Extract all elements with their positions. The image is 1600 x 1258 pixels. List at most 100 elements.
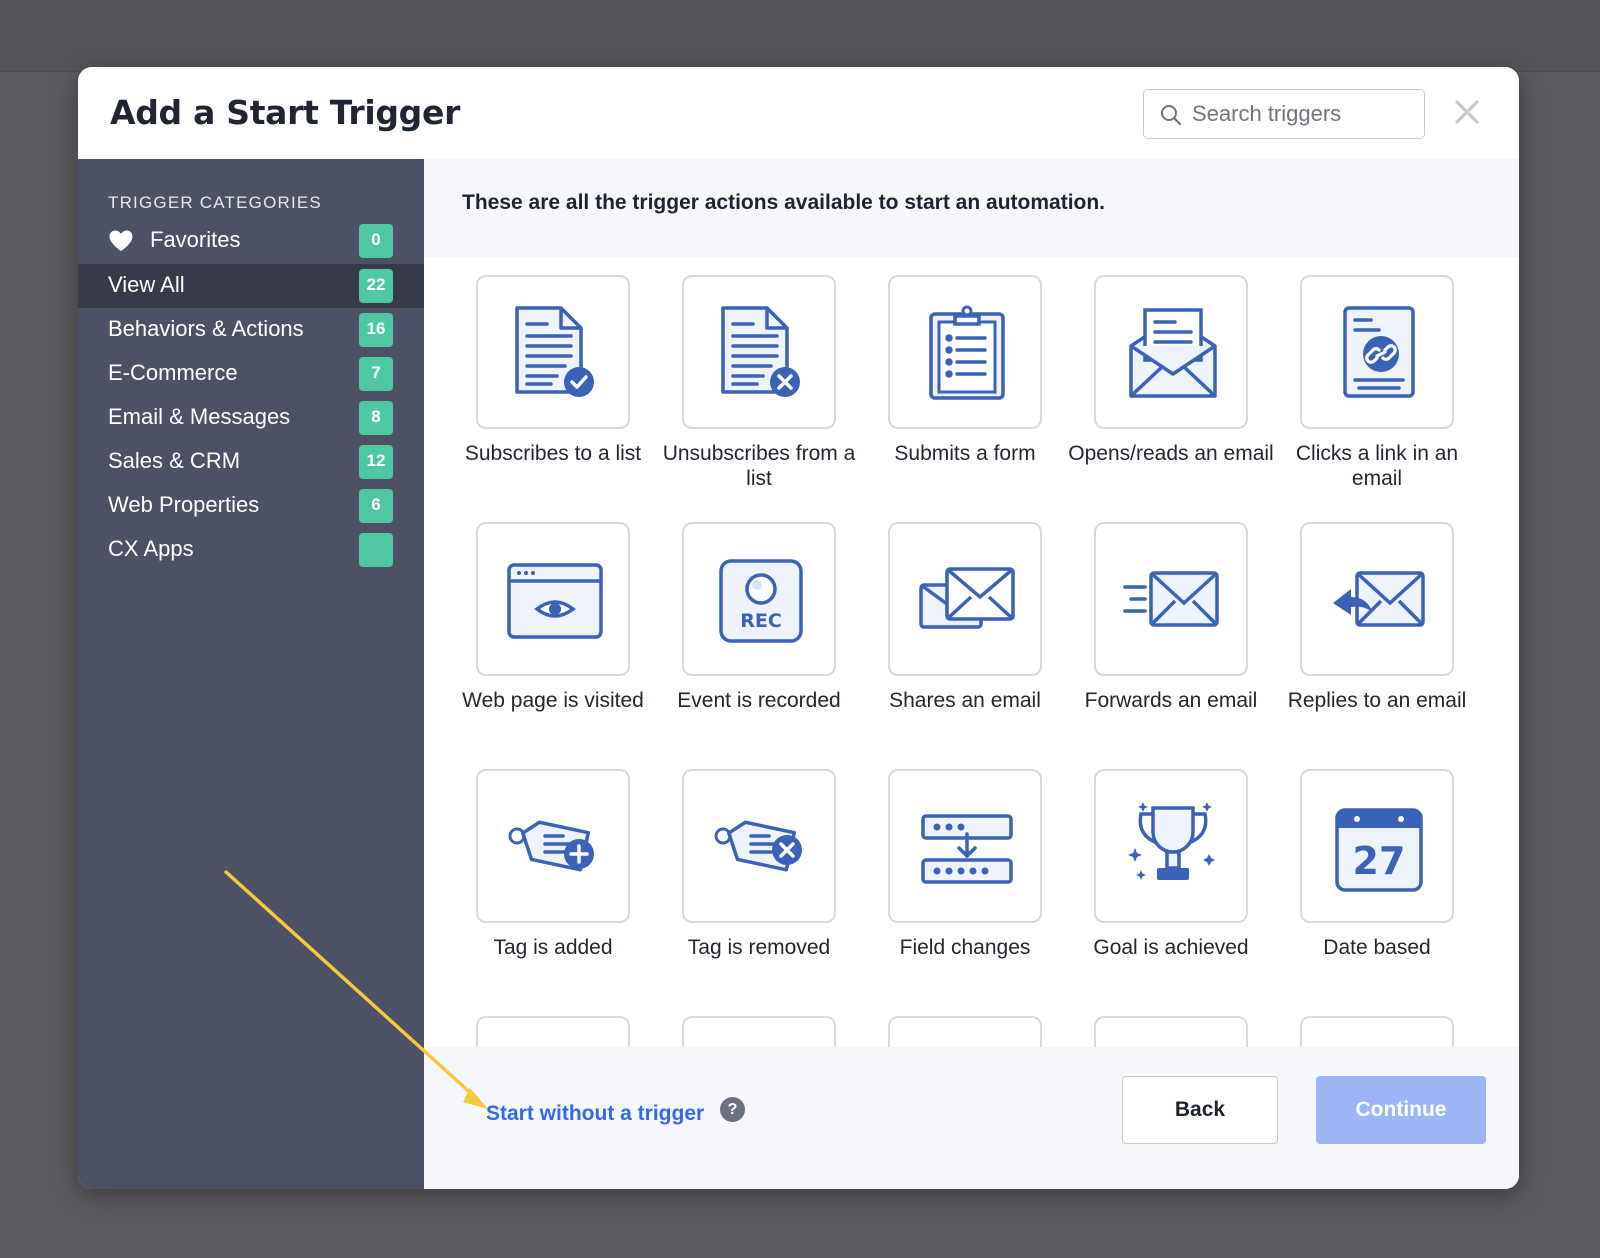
sidebar-item-sales-crm[interactable]: Sales & CRM 12 xyxy=(78,440,424,484)
shared-envelopes-icon xyxy=(919,567,1015,629)
help-icon[interactable]: ? xyxy=(720,1097,745,1122)
start-without-trigger-link[interactable]: Start without a trigger xyxy=(486,1102,704,1126)
trigger-label: Opens/reads an email xyxy=(1068,442,1274,465)
sidebar-item-label: Sales & CRM xyxy=(108,448,241,473)
trigger-label: Event is recorded xyxy=(677,689,841,712)
trigger-label: Forwards an email xyxy=(1084,689,1258,712)
record-icon: REC xyxy=(719,559,803,643)
sidebar-item-label: View All xyxy=(108,272,185,297)
trigger-icon-box xyxy=(682,1016,836,1047)
count-badge: 8 xyxy=(359,401,393,435)
trigger-label: Replies to an email xyxy=(1287,689,1467,712)
sidebar-item-cx-apps[interactable]: CX Apps xyxy=(78,528,424,572)
trigger-icon-box xyxy=(1300,1016,1454,1047)
trigger-tile-replies-email[interactable]: Replies to an email xyxy=(1248,504,1466,744)
trigger-icon-box xyxy=(476,275,630,429)
trigger-icon-box: 27 xyxy=(1300,769,1454,923)
trigger-grid: Subscribes to a list Unsubscribes from a… xyxy=(424,257,1519,1047)
clipboard-form-icon xyxy=(929,305,1005,400)
trigger-tile-event-recorded[interactable]: REC Event is recorded xyxy=(630,504,841,744)
intro-banner: These are all the trigger actions availa… xyxy=(424,159,1519,257)
trigger-tile[interactable] xyxy=(630,998,840,1047)
open-envelope-icon xyxy=(1129,308,1217,398)
trigger-icon-box xyxy=(888,275,1042,429)
sidebar-item-e-commerce[interactable]: E-Commerce 7 xyxy=(78,352,424,396)
trigger-tile-forwards-email[interactable]: Forwards an email xyxy=(1042,504,1257,744)
trigger-tile-date-based[interactable]: 27 Date based xyxy=(1248,751,1458,991)
count-badge: 7 xyxy=(359,357,393,391)
trigger-icon-box xyxy=(888,522,1042,676)
trigger-icon-box xyxy=(1300,522,1454,676)
trigger-label: Goal is achieved xyxy=(1093,936,1249,959)
background-app-bar xyxy=(0,0,1600,72)
trigger-tile-tag-added[interactable]: Tag is added xyxy=(424,751,634,991)
trigger-tile[interactable] xyxy=(1248,998,1458,1047)
intro-text: These are all the trigger actions availa… xyxy=(462,191,1106,214)
modal-header: Add a Start Trigger xyxy=(78,67,1519,159)
trigger-tile[interactable] xyxy=(424,998,634,1047)
trigger-tile-field-changes[interactable]: Field changes xyxy=(836,751,1046,991)
email-link-icon xyxy=(1343,306,1415,398)
sidebar-item-view-all[interactable]: View All 22 xyxy=(78,264,424,308)
trigger-tile-submits-form[interactable]: Submits a form xyxy=(836,257,1046,497)
tag-plus-icon xyxy=(508,820,594,872)
trigger-label: Shares an email xyxy=(889,689,1041,712)
search-input[interactable] xyxy=(1192,98,1412,130)
document-check-icon xyxy=(515,306,594,397)
sidebar-item-behaviors-actions[interactable]: Behaviors & Actions 16 xyxy=(78,308,424,352)
svg-text:27: 27 xyxy=(1353,839,1406,883)
trigger-icon-box xyxy=(1094,769,1248,923)
reply-envelope-icon xyxy=(1333,571,1425,627)
sidebar-item-label: Web Properties xyxy=(108,492,260,517)
add-start-trigger-modal: Add a Start Trigger TRIGGER CATEGORIES F… xyxy=(78,67,1519,1189)
trigger-icon-box xyxy=(1300,275,1454,429)
trigger-tile-unsubscribes[interactable]: Unsubscribes from a list xyxy=(630,257,855,497)
close-icon[interactable] xyxy=(1452,97,1482,127)
sidebar-item-web-properties[interactable]: Web Properties 6 xyxy=(78,484,424,528)
trigger-tile-tag-removed[interactable]: Tag is removed xyxy=(630,751,840,991)
back-button[interactable]: Back xyxy=(1122,1076,1278,1144)
trigger-icon-box xyxy=(1094,1016,1248,1047)
sidebar-heading: TRIGGER CATEGORIES xyxy=(108,193,322,212)
trigger-tile-web-page-visited[interactable]: Web page is visited xyxy=(424,504,644,744)
trigger-tile-shares-email[interactable]: Shares an email xyxy=(836,504,1046,744)
trigger-icon-box xyxy=(888,1016,1042,1047)
trigger-icon-box xyxy=(476,769,630,923)
trigger-label: Tag is added xyxy=(493,936,613,959)
trigger-tile-clicks-link[interactable]: Clicks a link in an email xyxy=(1248,257,1458,497)
trigger-label: Tag is removed xyxy=(687,936,831,959)
count-badge: 6 xyxy=(359,489,393,523)
trigger-icon-box xyxy=(1094,522,1248,676)
continue-button[interactable]: Continue xyxy=(1316,1076,1486,1144)
trigger-label: Unsubscribes from a list xyxy=(662,442,856,490)
heart-icon xyxy=(109,230,133,251)
trigger-tile-opens-email[interactable]: Opens/reads an email xyxy=(1042,257,1274,497)
count-badge: 0 xyxy=(359,224,393,258)
trigger-icon-box xyxy=(476,522,630,676)
trigger-categories-sidebar: TRIGGER CATEGORIES Favorites 0 View All … xyxy=(78,159,424,1189)
trigger-tile-subscribes[interactable]: Subscribes to a list xyxy=(424,257,641,497)
trigger-icon-box xyxy=(888,769,1042,923)
sidebar-item-email-messages[interactable]: Email & Messages 8 xyxy=(78,396,424,440)
browser-eye-icon xyxy=(507,563,603,639)
search-icon xyxy=(1161,105,1182,126)
modal-title: Add a Start Trigger xyxy=(110,93,461,132)
trigger-label: Web page is visited xyxy=(462,689,644,712)
trigger-icon-box xyxy=(476,1016,630,1047)
tag-x-icon xyxy=(714,820,802,872)
trigger-tile[interactable] xyxy=(836,998,1046,1047)
document-x-icon xyxy=(721,306,800,397)
trigger-label: Date based xyxy=(1323,936,1431,959)
trigger-icon-box xyxy=(682,275,836,429)
sidebar-item-label: CX Apps xyxy=(108,536,194,561)
trigger-tile[interactable] xyxy=(1042,998,1252,1047)
trigger-icon-box xyxy=(682,769,836,923)
trigger-label: Clicks a link in an email xyxy=(1295,442,1459,490)
sidebar-item-favorites[interactable]: Favorites 0 xyxy=(78,219,424,263)
count-badge xyxy=(359,533,393,567)
trigger-tile-goal-achieved[interactable]: Goal is achieved xyxy=(1042,751,1252,991)
search-box[interactable] xyxy=(1143,89,1425,139)
trigger-list-panel: These are all the trigger actions availa… xyxy=(424,159,1519,1189)
trigger-icon-box: REC xyxy=(682,522,836,676)
trophy-icon xyxy=(1128,802,1215,880)
